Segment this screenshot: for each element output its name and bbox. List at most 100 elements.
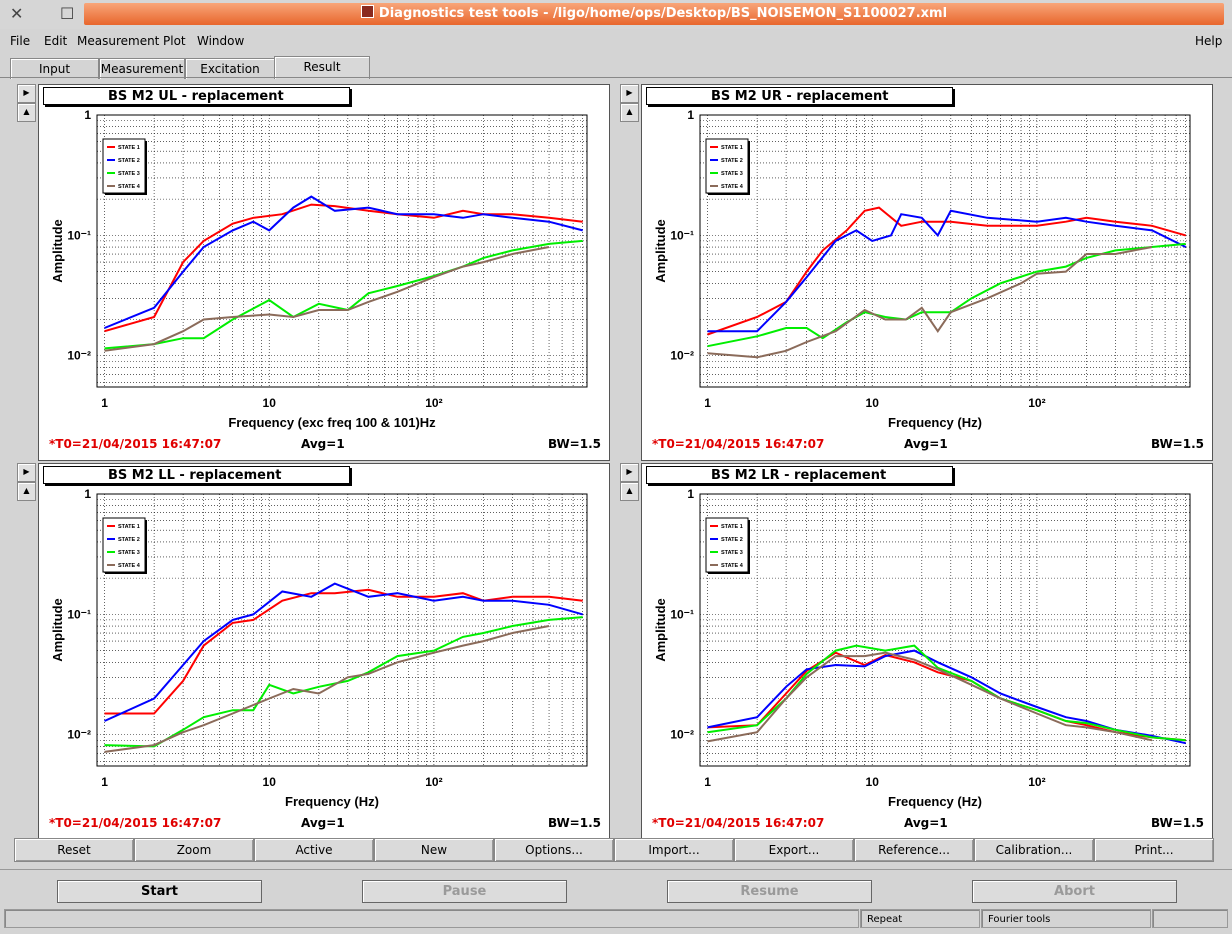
series-line-state-1 — [104, 203, 583, 333]
plot2-expand-button[interactable]: ▶ — [620, 84, 639, 103]
avg-label: Avg=1 — [904, 437, 948, 451]
calibration-button[interactable]: Calibration... — [974, 838, 1094, 862]
grid — [699, 493, 1190, 766]
plot-frame — [96, 493, 588, 767]
x-tick-label: 10² — [425, 396, 442, 410]
x-tick-label: 10² — [1028, 396, 1045, 410]
y-axis-label: Amplitude — [50, 219, 65, 283]
title-bar: ✕ ☐ Diagnostics test tools - /ligo/home/… — [0, 0, 1232, 29]
export-button[interactable]: Export... — [734, 838, 854, 862]
x-tick-label: 10 — [263, 396, 277, 410]
plot1-collapse-button[interactable]: ▲ — [17, 103, 36, 122]
legend-label: STATE 2 — [118, 158, 140, 164]
plot2-collapse-button[interactable]: ▲ — [620, 103, 639, 122]
plot3-collapse-button[interactable]: ▲ — [17, 482, 36, 501]
y-tick-label: 10⁻¹ — [67, 607, 91, 621]
series-line-state-3 — [104, 239, 583, 350]
plot-panel-lr[interactable]: 1 10 10² 10⁻² 10⁻¹ 1 Frequency (Hz) Amplitude ST… — [641, 463, 1213, 840]
plot3-expand-button[interactable]: ▶ — [17, 463, 36, 482]
print-button[interactable]: Print... — [1094, 838, 1214, 862]
legend-label: STATE 1 — [118, 145, 140, 151]
menu-help[interactable]: Help — [1195, 34, 1222, 48]
menu-file[interactable]: File — [10, 34, 30, 48]
legend-label: STATE 3 — [118, 550, 140, 556]
avg-label: Avg=1 — [301, 437, 345, 451]
start-button[interactable]: Start — [57, 880, 262, 903]
reference-button[interactable]: Reference... — [854, 838, 974, 862]
plot-panel-ul[interactable]: 1 10 10² 10⁻² 10⁻¹ 1 Frequency (exc freq 100 &… — [38, 84, 610, 461]
series-line-state-4 — [707, 246, 1153, 359]
window-title: Diagnostics test tools - /ligo/home/ops/… — [84, 3, 1224, 25]
tab-input[interactable]: Input — [10, 58, 99, 79]
x-axis-label: Frequency (Hz) — [888, 794, 982, 809]
menu-plot[interactable]: Plot — [163, 34, 186, 48]
options-button[interactable]: Options... — [494, 838, 614, 862]
x-tick-label: 1 — [101, 775, 108, 789]
legend-label: STATE 2 — [721, 537, 743, 543]
x-axis-label: Frequency (Hz) — [285, 794, 379, 809]
plot-panel-ll[interactable]: 1 10 10² 10⁻² 10⁻¹ 1 Frequency (Hz) Amplitude ST… — [38, 463, 610, 840]
resume-button[interactable]: Resume — [667, 880, 872, 903]
x-tick-label: 1 — [704, 396, 711, 410]
menu-measurement[interactable]: Measurement — [77, 34, 159, 48]
y-tick-label: 10⁻² — [67, 728, 91, 742]
active-button[interactable]: Active — [254, 838, 374, 862]
y-tick-label: 10⁻¹ — [670, 228, 694, 242]
abort-button[interactable]: Abort — [972, 880, 1177, 903]
chart-lr[interactable]: 1 10 10² 10⁻² 10⁻¹ 1 Frequency (Hz) Amplitude ST… — [642, 464, 1212, 839]
y-tick-label: 1 — [84, 108, 91, 122]
new-button[interactable]: New — [374, 838, 494, 862]
chart-ul[interactable]: 1 10 10² 10⁻² 10⁻¹ 1 Frequency (exc freq 100 &… — [39, 85, 609, 460]
menu-edit[interactable]: Edit — [44, 34, 67, 48]
separator — [0, 869, 1232, 870]
legend-label: STATE 4 — [721, 563, 744, 569]
menu-bar: File Edit Measurement Plot Window Help — [0, 29, 1232, 53]
menu-window[interactable]: Window — [197, 34, 244, 48]
plot-title: BS M2 LL - replacement — [43, 466, 350, 484]
zoom-button[interactable]: Zoom — [134, 838, 254, 862]
series-line-state-3 — [707, 242, 1186, 348]
x-tick-label: 10 — [866, 396, 880, 410]
t0-label: *T0=21/04/2015 16:47:07 — [49, 437, 222, 451]
x-axis-label: Frequency (exc freq 100 & 101)Hz — [228, 415, 436, 430]
y-tick-label: 1 — [687, 487, 694, 501]
x-tick-label: 10 — [263, 775, 277, 789]
pause-button[interactable]: Pause — [362, 880, 567, 903]
app-icon — [360, 5, 374, 18]
plot-title: BS M2 UR - replacement — [646, 87, 953, 105]
avg-label: Avg=1 — [904, 816, 948, 830]
import-button[interactable]: Import... — [614, 838, 734, 862]
legend-label: STATE 3 — [721, 550, 743, 556]
chart-ur[interactable]: 1 10 10² 10⁻² 10⁻¹ 1 Frequency (Hz) Amplitude ST… — [642, 85, 1212, 460]
plot-title: BS M2 UL - replacement — [43, 87, 350, 105]
x-tick-label: 10² — [1028, 775, 1045, 789]
legend-label: STATE 2 — [721, 158, 743, 164]
tab-measurement[interactable]: Measurement — [99, 58, 185, 79]
tab-divider — [0, 77, 1232, 78]
close-icon[interactable]: ✕ — [10, 5, 23, 23]
plot-panel-ur[interactable]: 1 10 10² 10⁻² 10⁻¹ 1 Frequency (Hz) Amplitude ST… — [641, 84, 1213, 461]
tab-excitation[interactable]: Excitation — [185, 58, 275, 79]
x-tick-label: 1 — [101, 396, 108, 410]
x-tick-label: 10² — [425, 775, 442, 789]
chart-ll[interactable]: 1 10 10² 10⁻² 10⁻¹ 1 Frequency (Hz) Amplitude ST… — [39, 464, 609, 839]
series-line-state-4 — [707, 651, 1153, 743]
maximize-icon[interactable]: ☐ — [60, 5, 74, 23]
y-tick-label: 10⁻² — [670, 349, 694, 363]
y-tick-label: 10⁻¹ — [670, 607, 694, 621]
tab-bar: Input Measurement Excitation Result — [0, 56, 1232, 79]
plot1-expand-button[interactable]: ▶ — [17, 84, 36, 103]
y-tick-label: 1 — [84, 487, 91, 501]
y-tick-label: 10⁻² — [67, 349, 91, 363]
t0-label: *T0=21/04/2015 16:47:07 — [49, 816, 222, 830]
tab-result[interactable]: Result — [274, 56, 370, 79]
legend-label: STATE 1 — [721, 145, 743, 151]
plot-frame — [699, 493, 1191, 767]
status-main — [4, 909, 859, 928]
y-tick-label: 10⁻² — [670, 728, 694, 742]
reset-button[interactable]: Reset — [14, 838, 134, 862]
x-tick-label: 1 — [704, 775, 711, 789]
plot4-expand-button[interactable]: ▶ — [620, 463, 639, 482]
plot4-collapse-button[interactable]: ▲ — [620, 482, 639, 501]
x-tick-label: 10 — [866, 775, 880, 789]
